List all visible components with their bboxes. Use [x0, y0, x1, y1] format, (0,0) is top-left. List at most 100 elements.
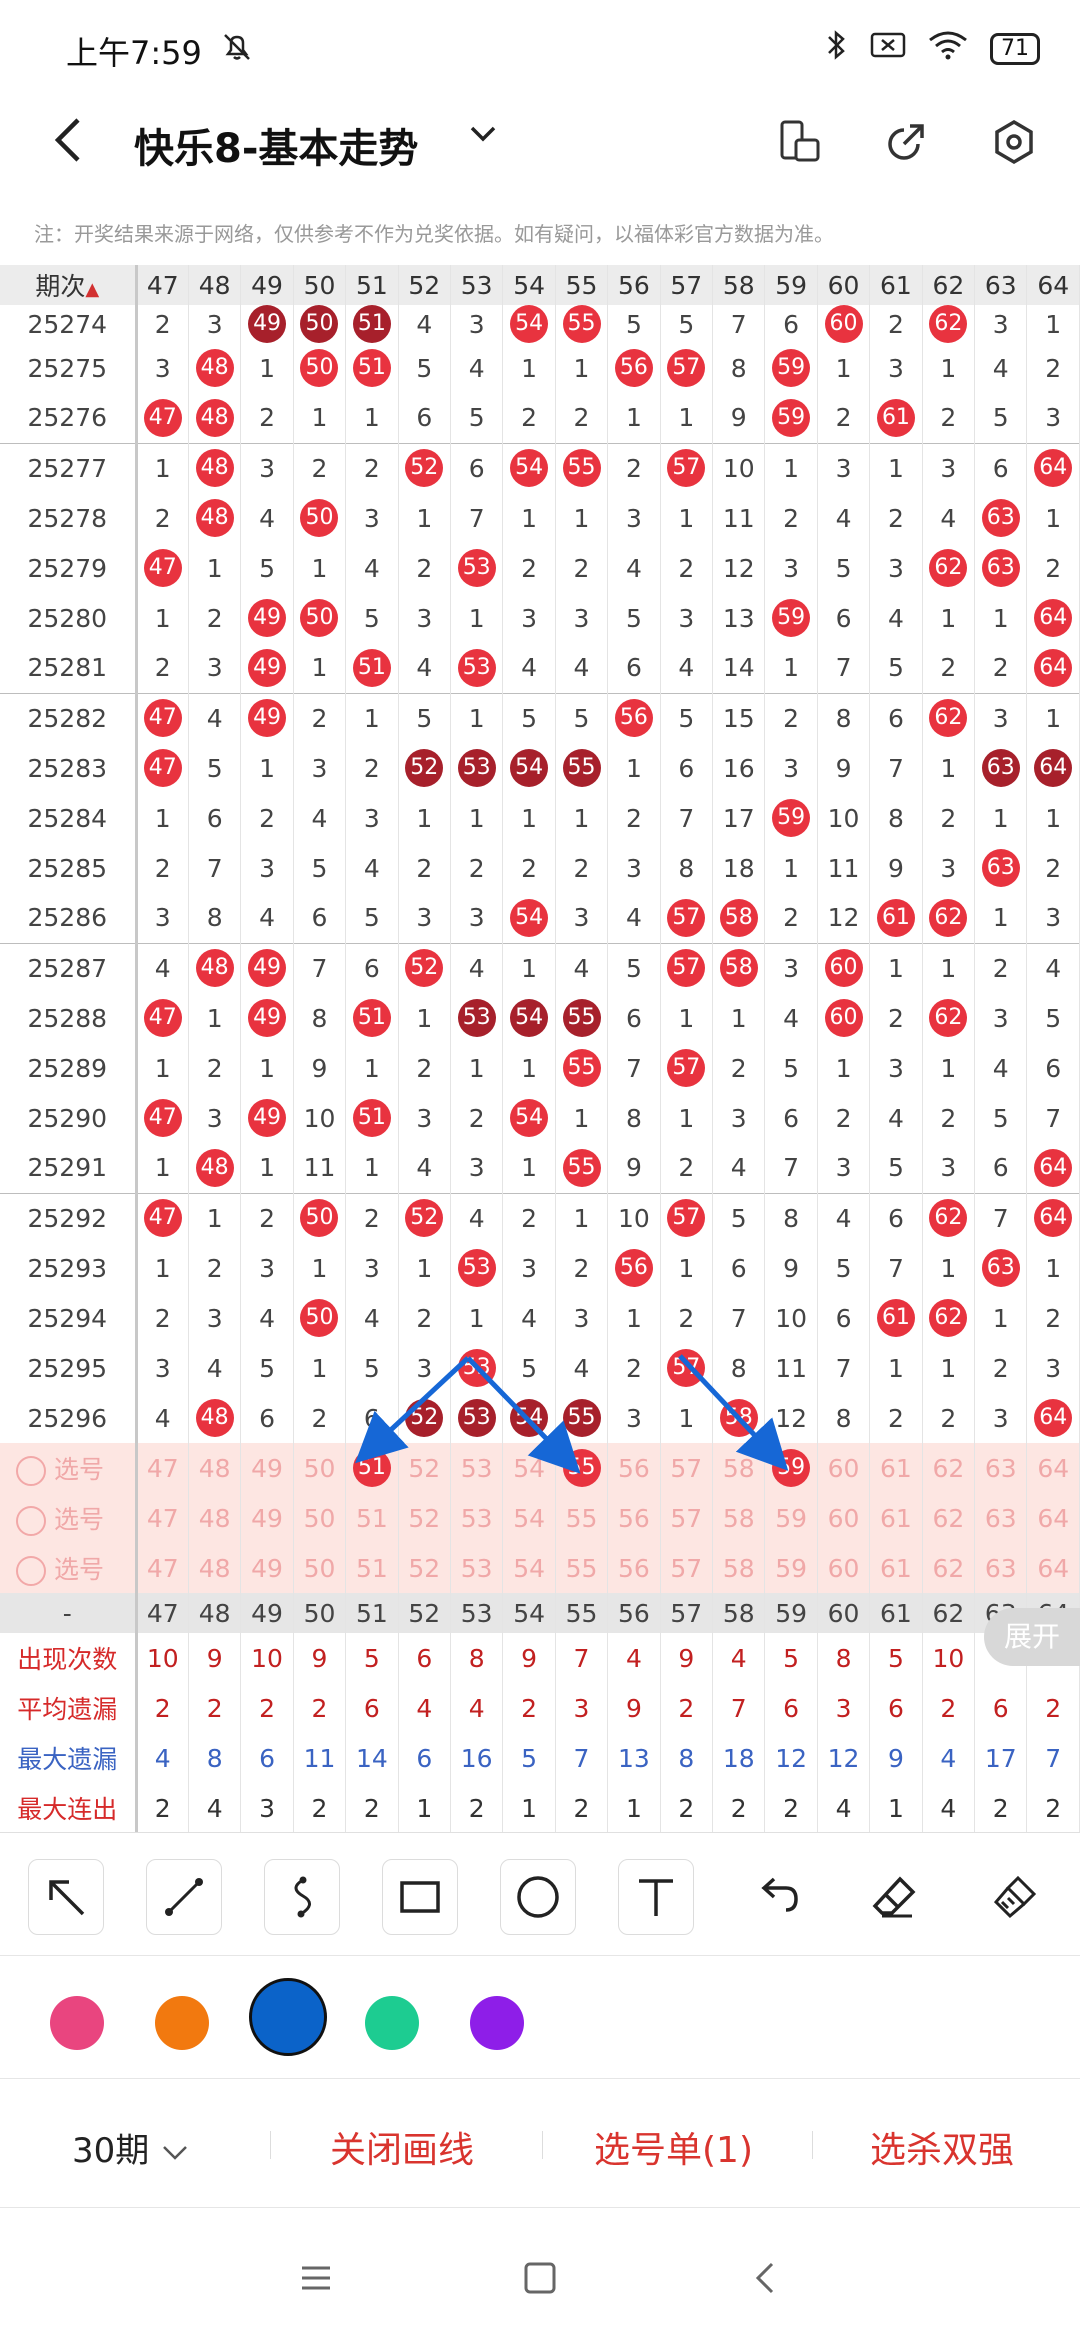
selectable-number-cell[interactable]: 47 [136, 1443, 189, 1493]
color-swatch-orange[interactable] [155, 1996, 209, 2050]
selected-number-cell[interactable]: 55 [555, 1443, 609, 1493]
expand-button[interactable]: 展开 [984, 1608, 1080, 1666]
close-lines-button[interactable]: 关闭画线 [330, 2121, 474, 2173]
selectable-number-cell[interactable]: 63 [974, 1443, 1028, 1493]
rotate-screen-icon[interactable] [770, 114, 826, 170]
select-row-label[interactable]: 选号 [0, 1443, 138, 1493]
selectable-number-cell[interactable]: 48 [188, 1543, 242, 1593]
selectable-number-cell[interactable]: 53 [450, 1493, 504, 1543]
selectable-number-cell[interactable]: 57 [660, 1443, 714, 1493]
pick-list-button[interactable]: 选号单(1) [594, 2121, 753, 2173]
color-swatch-pink[interactable] [50, 1996, 104, 2050]
selectable-number-cell[interactable]: 58 [712, 1493, 766, 1543]
selected-number-ball[interactable]: 59 [772, 1449, 811, 1487]
back-icon[interactable] [48, 112, 88, 181]
selectable-number-cell[interactable]: 56 [607, 1493, 661, 1543]
home-icon[interactable] [520, 2258, 560, 2307]
selectable-number-cell[interactable]: 64 [1026, 1443, 1080, 1493]
miss-count-cell: 1 [450, 692, 504, 743]
stats-value: 5 [345, 1633, 399, 1683]
selectable-number-cell[interactable]: 53 [450, 1443, 504, 1493]
selectable-number-cell[interactable]: 53 [450, 1543, 504, 1593]
selected-number-cell[interactable]: 51 [345, 1443, 399, 1493]
selectable-number-cell[interactable]: 50 [293, 1543, 347, 1593]
text-icon[interactable] [618, 1859, 694, 1935]
selectable-number-cell[interactable]: 58 [712, 1543, 766, 1593]
selected-number-ball[interactable]: 55 [562, 1449, 601, 1487]
miss-count-cell: 9 [293, 1043, 347, 1093]
selectable-number-cell[interactable]: 57 [660, 1493, 714, 1543]
selectable-number-cell[interactable]: 63 [974, 1493, 1028, 1543]
drawn-number-ball: 56 [614, 1249, 653, 1287]
settings-icon[interactable] [986, 114, 1042, 170]
kill-pick-button[interactable]: 选杀双强 [870, 2121, 1014, 2173]
selectable-number-cell[interactable]: 52 [398, 1543, 451, 1593]
selectable-number-cell[interactable]: 62 [922, 1493, 976, 1543]
selectable-number-cell[interactable]: 51 [345, 1493, 399, 1543]
rectangle-icon[interactable] [382, 1859, 458, 1935]
select-arrow-icon[interactable] [28, 1859, 104, 1935]
selectable-number-cell[interactable]: 61 [869, 1443, 923, 1493]
selectable-number-cell[interactable]: 49 [240, 1493, 294, 1543]
selectable-number-cell[interactable]: 54 [502, 1543, 556, 1593]
selectable-number-cell[interactable]: 55 [555, 1493, 609, 1543]
select-row-label[interactable]: 选号 [0, 1543, 138, 1593]
selectable-number-cell[interactable]: 52 [398, 1493, 451, 1543]
eraser-icon[interactable] [856, 1859, 932, 1935]
line-icon[interactable] [146, 1859, 222, 1935]
selectable-number-cell[interactable]: 62 [922, 1443, 976, 1493]
select-row-label[interactable]: 选号 [0, 1493, 138, 1543]
selectable-number-cell[interactable]: 56 [607, 1443, 661, 1493]
selectable-number-cell[interactable]: 52 [398, 1443, 451, 1493]
color-swatch-blue[interactable] [249, 1978, 327, 2056]
selected-number-ball[interactable]: 51 [352, 1449, 391, 1487]
table-row: 25286 3 8 4 6 5 3 3 54 3 4 57 58 2 12 61 62 1 3 [0, 893, 1080, 943]
selected-number-cell[interactable]: 59 [764, 1443, 818, 1493]
period-select[interactable]: 30期 [72, 2123, 190, 2173]
selectable-number-cell[interactable]: 63 [974, 1543, 1028, 1593]
selectable-number-cell[interactable]: 50 [293, 1493, 347, 1543]
selectable-number-cell[interactable]: 57 [660, 1543, 714, 1593]
period-sort-header[interactable]: 期次▲ [0, 265, 138, 305]
selectable-number-cell[interactable]: 64 [1026, 1543, 1080, 1593]
circle-icon[interactable] [500, 1859, 576, 1935]
selectable-number-cell[interactable]: 51 [345, 1543, 399, 1593]
selectable-number-cell[interactable]: 61 [869, 1543, 923, 1593]
selectable-number-cell[interactable]: 58 [712, 1443, 766, 1493]
selectable-number-cell[interactable]: 61 [869, 1493, 923, 1543]
hit-cell: 61 [869, 393, 923, 443]
selectable-number-cell[interactable]: 55 [555, 1543, 609, 1593]
radio-button[interactable] [16, 1506, 46, 1536]
chevron-down-icon[interactable] [468, 114, 498, 163]
sort-icon[interactable]: ▲ [85, 279, 99, 300]
selectable-number-cell[interactable]: 50 [293, 1443, 347, 1493]
selectable-number-cell[interactable]: 60 [817, 1543, 871, 1593]
selectable-number-cell[interactable]: 54 [502, 1493, 556, 1543]
page-title[interactable]: 快乐8-基本走势 [134, 116, 418, 174]
menu-icon[interactable] [296, 2258, 336, 2307]
selectable-number-cell[interactable]: 48 [188, 1443, 242, 1493]
selectable-number-cell[interactable]: 60 [817, 1443, 871, 1493]
selectable-number-cell[interactable]: 47 [136, 1493, 189, 1543]
selectable-number-cell[interactable]: 60 [817, 1493, 871, 1543]
selectable-number-cell[interactable]: 54 [502, 1443, 556, 1493]
selectable-number-cell[interactable]: 64 [1026, 1493, 1080, 1543]
selectable-number-cell[interactable]: 49 [240, 1543, 294, 1593]
selectable-number-cell[interactable]: 48 [188, 1493, 242, 1543]
color-swatch-purple[interactable] [470, 1996, 524, 2050]
nav-back-icon[interactable] [746, 2258, 786, 2307]
selectable-number-cell[interactable]: 59 [764, 1493, 818, 1543]
selectable-number-cell[interactable]: 47 [136, 1543, 189, 1593]
miss-count-cell: 4 [398, 643, 451, 693]
selectable-number-cell[interactable]: 56 [607, 1543, 661, 1593]
share-icon[interactable] [878, 114, 934, 170]
selectable-number-cell[interactable]: 49 [240, 1443, 294, 1493]
radio-button[interactable] [16, 1556, 46, 1586]
color-swatch-green[interactable] [365, 1996, 419, 2050]
curve-icon[interactable] [264, 1859, 340, 1935]
selectable-number-cell[interactable]: 59 [764, 1543, 818, 1593]
selectable-number-cell[interactable]: 62 [922, 1543, 976, 1593]
clear-icon[interactable] [976, 1859, 1052, 1935]
radio-button[interactable] [16, 1456, 46, 1486]
undo-icon[interactable] [740, 1859, 816, 1935]
